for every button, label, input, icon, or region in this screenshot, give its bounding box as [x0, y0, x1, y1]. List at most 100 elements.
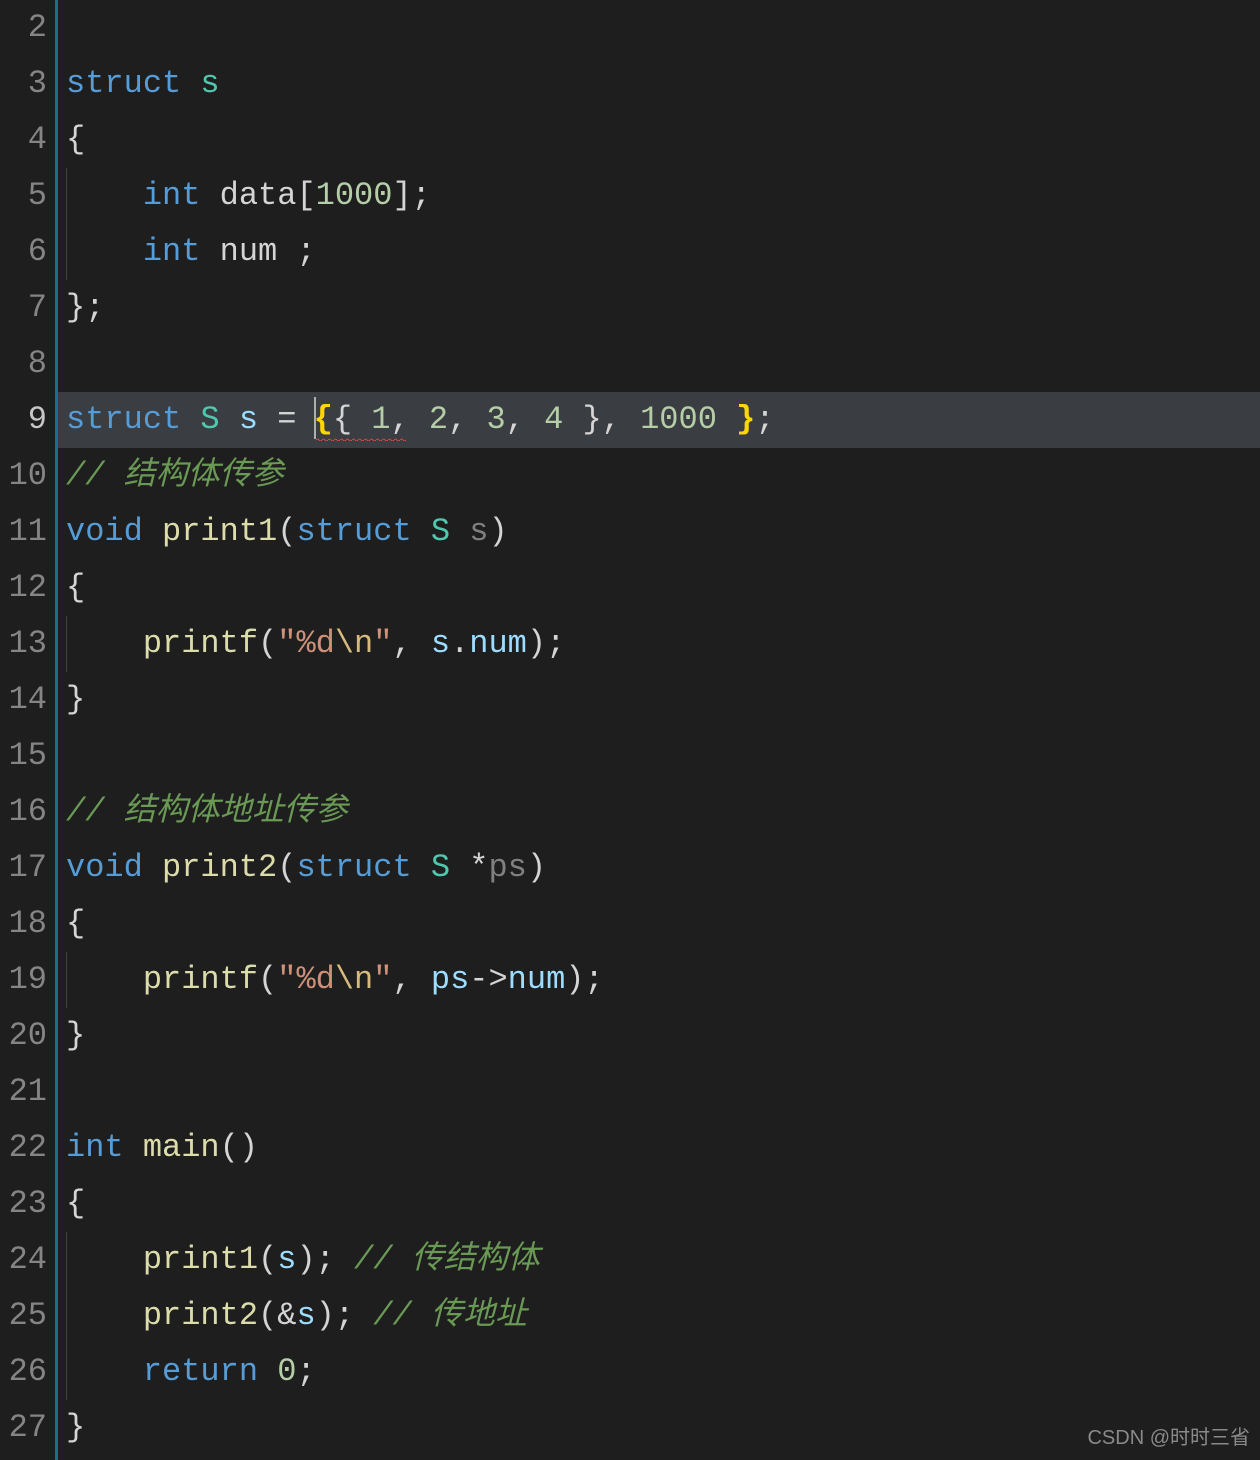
- token-keyword: int: [143, 177, 201, 214]
- code-line[interactable]: int main(): [58, 1120, 1260, 1176]
- code-line[interactable]: [58, 0, 1260, 56]
- token-keyword: void: [66, 849, 143, 886]
- line-number: 15: [0, 728, 55, 784]
- token-text: [412, 513, 431, 550]
- token-text: [66, 1297, 143, 1334]
- token-text: *: [450, 849, 488, 886]
- code-line[interactable]: {: [58, 112, 1260, 168]
- token-text: ): [527, 849, 546, 886]
- line-number: 14: [0, 672, 55, 728]
- code-line[interactable]: void print1(struct S s): [58, 504, 1260, 560]
- token-text: (: [258, 961, 277, 998]
- token-text: =: [258, 401, 316, 438]
- code-line[interactable]: printf("%d\n", ps->num);: [58, 952, 1260, 1008]
- token-text: [66, 961, 143, 998]
- token-comment: // 传地址: [373, 1297, 527, 1334]
- token-text: ];: [392, 177, 430, 214]
- token-comment: // 结构体传参: [66, 457, 284, 494]
- token-number: 1000: [640, 401, 717, 438]
- code-editor[interactable]: 2345678910111213141516171819202122232425…: [0, 0, 1260, 1460]
- token-func: printf: [143, 625, 258, 662]
- token-bracket-bold: {: [314, 401, 333, 438]
- token-var: s: [277, 1241, 296, 1278]
- token-text: num ;: [200, 233, 315, 270]
- token-text: [181, 65, 200, 102]
- token-number: 1000: [316, 177, 393, 214]
- indent-guide: [66, 616, 67, 672]
- token-param: ps: [488, 849, 526, 886]
- code-line[interactable]: {: [58, 896, 1260, 952]
- token-text: };: [66, 289, 104, 326]
- token-string: ": [373, 961, 392, 998]
- token-number: 0: [277, 1353, 296, 1390]
- token-comment: // 结构体地址传参: [66, 793, 348, 830]
- line-number: 17: [0, 840, 55, 896]
- code-line[interactable]: [58, 1064, 1260, 1120]
- token-type: S: [200, 401, 219, 438]
- line-number: 27: [0, 1400, 55, 1456]
- token-var: num: [469, 625, 527, 662]
- code-line[interactable]: struct S s = {{ 1, 2, 3, 4 }, 1000 };: [58, 392, 1260, 448]
- code-line[interactable]: // 结构体传参: [58, 448, 1260, 504]
- indent-guide: [66, 1344, 67, 1400]
- token-func: printf: [143, 961, 258, 998]
- token-keyword: void: [66, 513, 143, 550]
- code-line[interactable]: }: [58, 1008, 1260, 1064]
- token-text: ,: [390, 401, 428, 438]
- code-line[interactable]: };: [58, 280, 1260, 336]
- code-line[interactable]: {: [58, 1176, 1260, 1232]
- code-line[interactable]: }: [58, 672, 1260, 728]
- code-line[interactable]: [58, 728, 1260, 784]
- token-number: 3: [486, 401, 505, 438]
- token-text: [143, 849, 162, 886]
- token-string: ": [373, 625, 392, 662]
- code-line[interactable]: void print2(struct S *ps): [58, 840, 1260, 896]
- text-cursor: [314, 397, 316, 439]
- token-text: [66, 1353, 143, 1390]
- token-text: (: [258, 625, 277, 662]
- token-string: "%d: [277, 961, 335, 998]
- token-var: num: [508, 961, 566, 998]
- token-keyword: struct: [66, 401, 181, 438]
- line-number: 3: [0, 56, 55, 112]
- code-line[interactable]: print2(&s); // 传地址: [58, 1288, 1260, 1344]
- token-text: {: [66, 1185, 85, 1222]
- code-line[interactable]: {: [58, 560, 1260, 616]
- code-line[interactable]: }: [58, 1400, 1260, 1456]
- token-text: [717, 401, 736, 438]
- code-line[interactable]: struct s: [58, 56, 1260, 112]
- token-comment: // 传结构体: [354, 1241, 540, 1278]
- code-line[interactable]: int data[1000];: [58, 168, 1260, 224]
- code-line[interactable]: return 0;: [58, 1344, 1260, 1400]
- token-text: }: [66, 1409, 85, 1446]
- line-number: 23: [0, 1176, 55, 1232]
- token-text: [124, 1129, 143, 1166]
- indent-guide: [66, 1232, 67, 1288]
- line-number: 22: [0, 1120, 55, 1176]
- token-type: S: [431, 849, 450, 886]
- line-number: 10: [0, 448, 55, 504]
- line-number: 24: [0, 1232, 55, 1288]
- code-line[interactable]: int num ;: [58, 224, 1260, 280]
- token-text: {: [66, 569, 85, 606]
- line-number: 25: [0, 1288, 55, 1344]
- token-type: s: [200, 65, 219, 102]
- line-number: 12: [0, 560, 55, 616]
- token-var: s: [239, 401, 258, 438]
- token-text: data[: [200, 177, 315, 214]
- code-area[interactable]: struct s{ int data[1000]; int num ;};str…: [58, 0, 1260, 1460]
- token-text: ,: [392, 625, 430, 662]
- token-number: 2: [429, 401, 448, 438]
- token-bracket-bold: }: [736, 401, 755, 438]
- line-number: 19: [0, 952, 55, 1008]
- code-line[interactable]: // 结构体地址传参: [58, 784, 1260, 840]
- token-number: 1: [371, 401, 390, 438]
- code-line[interactable]: [58, 336, 1260, 392]
- token-text: [412, 849, 431, 886]
- token-text: }: [66, 681, 85, 718]
- indent-guide: [66, 952, 67, 1008]
- token-text: (: [258, 1241, 277, 1278]
- code-line[interactable]: printf("%d\n", s.num);: [58, 616, 1260, 672]
- code-line[interactable]: print1(s); // 传结构体: [58, 1232, 1260, 1288]
- token-func: main: [143, 1129, 220, 1166]
